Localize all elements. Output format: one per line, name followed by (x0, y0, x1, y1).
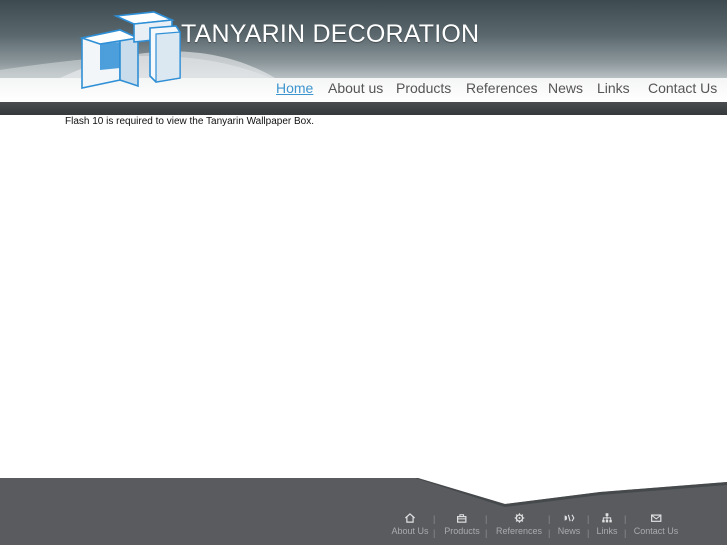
footer-link-about-us[interactable]: About Us (391, 512, 429, 536)
mail-icon (650, 514, 662, 522)
tanyarin-logo[interactable] (76, 8, 186, 90)
footer-link-news[interactable]: News (557, 512, 581, 536)
box-icon (457, 514, 467, 523)
footer-nav: About Us | | Products | | References | | (0, 512, 727, 544)
footer-link-label: Links (596, 526, 618, 536)
footer-separator: | (485, 514, 488, 524)
news-icon (564, 514, 575, 522)
nav-contact-us[interactable]: Contact Us (648, 80, 717, 96)
footer-link-links[interactable]: Links (596, 512, 618, 536)
footer-separator: | (548, 528, 551, 538)
flash-required-notice: Flash 10 is required to view the Tanyari… (65, 116, 315, 127)
footer-notch (415, 478, 727, 507)
footer-separator: | (433, 514, 436, 524)
header-dark-bar (0, 102, 727, 115)
footer-separator: | (624, 514, 627, 524)
footer-link-products[interactable]: Products (444, 512, 480, 536)
nav-links[interactable]: Links (597, 80, 630, 96)
footer-separator: | (548, 514, 551, 524)
footer-separator: | (587, 528, 590, 538)
brand-name: TANYARIN DECORATION (181, 20, 480, 48)
footer-separator: | (587, 514, 590, 524)
footer-link-label: Contact Us (633, 526, 679, 536)
footer-link-label: Products (444, 526, 480, 536)
nav-references[interactable]: References (466, 80, 538, 96)
footer-separator: | (433, 528, 436, 538)
site-header: TANYARIN DECORATION Home About us Produc… (0, 0, 727, 116)
footer-separator: | (485, 528, 488, 538)
gear-icon (514, 513, 524, 523)
nav-news[interactable]: News (548, 80, 583, 96)
sitemap-icon (602, 513, 612, 523)
site-footer: About Us | | Products | | References | | (0, 478, 727, 545)
nav-home[interactable]: Home (276, 80, 313, 96)
home-icon (405, 513, 415, 523)
footer-link-label: References (495, 526, 543, 536)
footer-link-label: About Us (391, 526, 429, 536)
footer-link-contact-us[interactable]: Contact Us (633, 512, 679, 536)
footer-link-label: News (557, 526, 581, 536)
main-nav: Home About us Products References News L… (0, 80, 727, 100)
footer-separator: | (624, 528, 627, 538)
footer-link-references[interactable]: References (496, 512, 542, 536)
nav-about-us[interactable]: About us (328, 80, 383, 96)
nav-products[interactable]: Products (396, 80, 451, 96)
